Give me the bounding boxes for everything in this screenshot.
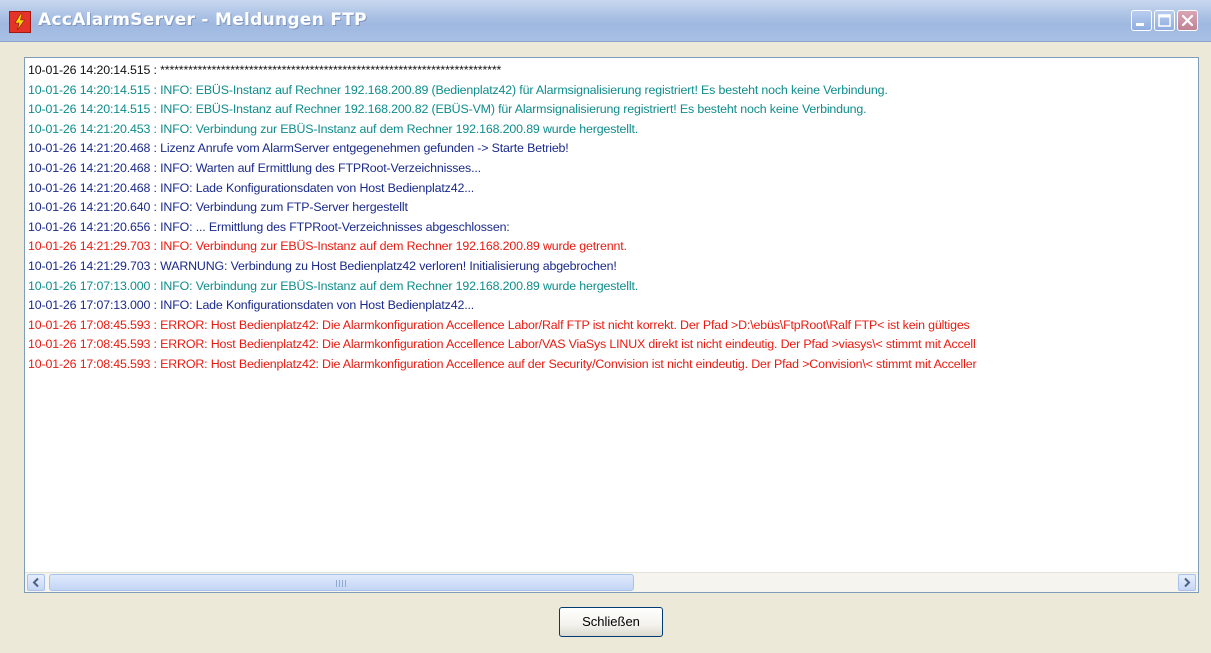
title-bar[interactable]: AccAlarmServer - Meldungen FTP [0, 0, 1211, 42]
log-line: 10-01-26 14:21:29.703 : INFO: Verbindung… [28, 239, 627, 254]
log-line: 10-01-26 17:08:45.593 : ERROR: Host Bedi… [28, 317, 970, 332]
log-line: 10-01-26 14:21:29.703 : WARNUNG: Verbind… [28, 258, 617, 273]
log-line: 10-01-26 14:21:20.453 : INFO: Verbindung… [28, 121, 639, 136]
minimize-button[interactable] [1131, 10, 1152, 31]
scroll-right-arrow-icon [1184, 577, 1191, 588]
minimize-icon [1136, 23, 1144, 26]
log-line: 10-01-26 14:20:14.515 : ****************… [28, 63, 502, 77]
horizontal-scrollbar[interactable] [25, 572, 1198, 592]
lightning-app-icon[interactable] [9, 11, 31, 33]
scroll-thumb[interactable] [49, 574, 634, 591]
log-line: 10-01-26 17:07:13.000 : INFO: Lade Konfi… [28, 298, 475, 313]
window-title: AccAlarmServer - Meldungen FTP [38, 10, 367, 30]
log-line: 10-01-26 14:20:14.515 : INFO: EBÜS-Insta… [28, 102, 867, 117]
log-line: 10-01-26 14:21:20.468 : INFO: Lade Konfi… [28, 180, 475, 195]
close-window-button[interactable] [1177, 10, 1198, 31]
maximize-icon [1158, 14, 1171, 27]
scroll-thumb-grip [336, 580, 348, 587]
close-icon [1181, 14, 1194, 27]
maximize-button[interactable] [1154, 10, 1175, 31]
log-line: 10-01-26 14:21:20.656 : INFO: ... Ermitt… [28, 219, 510, 234]
close-button[interactable]: Schließen [559, 607, 663, 637]
log-line: 10-01-26 14:20:14.515 : INFO: EBÜS-Insta… [28, 82, 888, 97]
log-line: 10-01-26 14:21:20.468 : Lizenz Anrufe vo… [28, 141, 569, 156]
message-window: AccAlarmServer - Meldungen FTP 10-01-26 … [0, 0, 1211, 653]
message-log-lines: 10-01-26 14:20:14.515 : ****************… [28, 61, 1198, 571]
scroll-right-button[interactable] [1178, 574, 1196, 591]
message-log[interactable]: 10-01-26 14:20:14.515 : ****************… [24, 57, 1199, 593]
log-line: 10-01-26 14:21:20.640 : INFO: Verbindung… [28, 200, 408, 215]
scroll-left-button[interactable] [27, 574, 45, 591]
log-line: 10-01-26 17:07:13.000 : INFO: Verbindung… [28, 278, 639, 293]
log-line: 10-01-26 14:21:20.468 : INFO: Warten auf… [28, 160, 481, 175]
scroll-left-arrow-icon [32, 577, 39, 588]
log-line: 10-01-26 17:08:45.593 : ERROR: Host Bedi… [28, 356, 977, 371]
log-line: 10-01-26 17:08:45.593 : ERROR: Host Bedi… [28, 337, 976, 352]
